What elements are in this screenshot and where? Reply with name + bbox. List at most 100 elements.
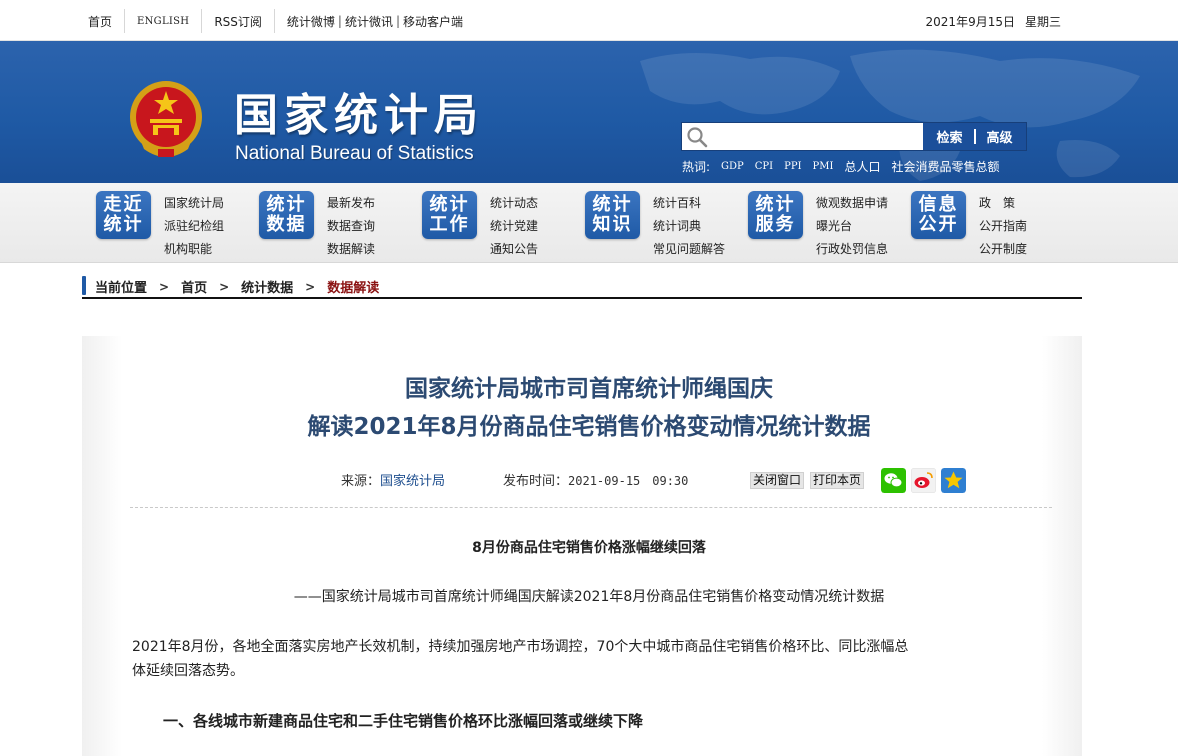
breadcrumb-statistics-data[interactable]: 统计数据 (241, 277, 293, 296)
hot-terms-label: 热词: (682, 160, 711, 174)
breadcrumb-home[interactable]: 首页 (181, 277, 207, 296)
nav-link[interactable]: 最新发布 (327, 192, 375, 215)
header-banner: 国家统计局 National Bureau of Statistics 检索 高… (0, 41, 1178, 183)
bar-separator: | (337, 14, 342, 28)
meta-divider (130, 507, 1052, 508)
chevron-right-icon: > (219, 279, 230, 294)
nav-link[interactable]: 数据查询 (327, 215, 375, 238)
wechat-share-icon[interactable] (881, 468, 906, 493)
current-date: 2021年9月15日 星期三 (926, 13, 1061, 30)
site-logo-en[interactable]: National Bureau of Statistics (235, 143, 474, 165)
hot-term-ppi[interactable]: PPI (784, 161, 801, 172)
mobile-client-link[interactable]: 移动客户端 (403, 13, 463, 30)
nav-link[interactable]: 曝光台 (816, 215, 888, 238)
article-source: 来源：国家统计局 (341, 470, 445, 489)
badge-line: 走近 (103, 194, 144, 215)
national-emblem-icon (130, 81, 202, 157)
weibo-share-icon[interactable] (911, 468, 936, 493)
top-links: 首页 ENGLISH RSS订阅 统计微博 | 统计微讯 | 移动客户端 (88, 9, 463, 33)
badge-line: 统计 (266, 194, 307, 215)
badge-line: 服务 (755, 214, 796, 235)
english-link[interactable]: ENGLISH (137, 16, 189, 27)
nav-link[interactable]: 行政处罚信息 (816, 238, 888, 261)
chevron-right-icon: > (305, 279, 316, 294)
divider (201, 9, 203, 33)
nav-link[interactable]: 派驻纪检组 (164, 215, 224, 238)
nav-link[interactable]: 常见问题解答 (653, 238, 725, 261)
time-label: 发布时间： (503, 474, 569, 489)
weekday-text: 星期三 (1024, 15, 1061, 29)
nav-link[interactable]: 机构职能 (164, 238, 224, 261)
site-logo-cn[interactable]: 国家统计局 (234, 79, 484, 143)
badge-line: 统计 (103, 214, 144, 235)
article-paragraph: 2021年8月份，各地全面落实房地产长效机制，持续加强房地产市场调控，70个大中… (132, 639, 909, 655)
nav-badge-data[interactable]: 统计 数据 (259, 191, 314, 239)
close-window-button[interactable]: 关闭窗口 (750, 472, 805, 489)
badge-line: 公开 (918, 214, 959, 235)
badge-line: 统计 (755, 194, 796, 215)
breadcrumb: 当前位置 > 首页 > 统计数据 > 数据解读 (82, 273, 1082, 299)
weibo-link[interactable]: 统计微博 (287, 13, 335, 30)
search-input[interactable] (708, 124, 923, 149)
home-link[interactable]: 首页 (88, 13, 112, 30)
advanced-search-button[interactable]: 高级 (987, 127, 1013, 146)
date-text: 2021年9月15日 (925, 15, 1015, 29)
nav-link[interactable]: 数据解读 (327, 238, 375, 261)
divider (273, 9, 275, 33)
rss-link[interactable]: RSS订阅 (214, 13, 262, 30)
nav-badge-knowledge[interactable]: 统计 知识 (585, 191, 640, 239)
badge-line: 统计 (429, 194, 470, 215)
top-utility-bar: 首页 ENGLISH RSS订阅 统计微博 | 统计微讯 | 移动客户端 202… (0, 0, 1178, 41)
nav-link[interactable]: 统计党建 (490, 215, 538, 238)
article-publish-time: 发布时间：2021-09-15 09:30 (503, 470, 688, 489)
article-lead: ——国家统计局城市司首席统计师绳国庆解读2021年8月份商品住宅销售价格变动情况… (293, 589, 885, 605)
article-title-line1: 国家统计局城市司首席统计师绳国庆 (405, 376, 773, 402)
hot-term-gdp[interactable]: GDP (721, 161, 744, 172)
article-section-heading: 一、各线城市新建商品住宅和二手住宅销售价格环比涨幅回落或继续下降 (163, 712, 644, 730)
search-buttons: 检索 高级 (923, 123, 1026, 150)
breadcrumb-label: 当前位置 (95, 281, 148, 296)
badge-line: 信息 (918, 194, 959, 215)
nav-link[interactable]: 公开制度 (979, 238, 1027, 261)
nav-badge-disclosure[interactable]: 信息 公开 (911, 191, 966, 239)
source-label: 来源： (341, 474, 381, 489)
badge-line: 知识 (592, 214, 633, 235)
badge-line: 工作 (429, 214, 470, 235)
bar-separator: | (395, 14, 401, 28)
nav-link[interactable]: 国家统计局 (164, 192, 224, 215)
chevron-right-icon: > (159, 279, 170, 294)
category-nav: 走近 统计 国家统计局 派驻纪检组 机构职能 统计 数据 最新发布 数据查询 数… (0, 183, 1178, 263)
nav-badge-about[interactable]: 走近 统计 (96, 191, 151, 239)
hot-term-pmi[interactable]: PMI (813, 161, 834, 172)
hot-terms: 热词: GDP CPI PPI PMI 总人口 社会消费品零售总额 (682, 158, 1011, 175)
hot-term-cpi[interactable]: CPI (755, 161, 773, 172)
divider (124, 9, 126, 33)
nav-link[interactable]: 公开指南 (979, 215, 1027, 238)
button-divider (973, 129, 976, 144)
source-value: 国家统计局 (380, 474, 446, 489)
badge-line: 统计 (592, 194, 633, 215)
nav-link[interactable]: 政 策 (979, 192, 1027, 215)
print-page-button[interactable]: 打印本页 (810, 472, 865, 489)
time-value: 2021-09-15 09:30 (568, 474, 689, 488)
nav-link[interactable]: 微观数据申请 (816, 192, 888, 215)
hot-term-population[interactable]: 总人口 (844, 158, 880, 175)
search-box: 检索 高级 (681, 122, 1027, 151)
breadcrumb-marker (82, 276, 86, 295)
nav-link[interactable]: 统计百科 (653, 192, 725, 215)
search-button[interactable]: 检索 (936, 127, 962, 146)
nav-badge-work[interactable]: 统计 工作 (422, 191, 477, 239)
favorite-star-icon[interactable] (941, 468, 966, 493)
article-title-line2: 解读2021年8月份商品住宅销售价格变动情况统计数据 (307, 414, 871, 440)
nav-link[interactable]: 通知公告 (490, 238, 538, 261)
hot-term-retail-sales[interactable]: 社会消费品零售总额 (891, 158, 999, 175)
wechat-link[interactable]: 统计微讯 (345, 13, 393, 30)
nav-link[interactable]: 统计词典 (653, 215, 725, 238)
nav-badge-service[interactable]: 统计 服务 (748, 191, 803, 239)
article-paragraph: 体延续回落态势。 (132, 663, 244, 679)
badge-line: 数据 (266, 214, 307, 235)
nav-link[interactable]: 统计动态 (490, 192, 538, 215)
article-subheading: 8月份商品住宅销售价格涨幅继续回落 (472, 540, 706, 556)
search-field (682, 123, 923, 150)
breadcrumb-current[interactable]: 数据解读 (327, 277, 379, 296)
